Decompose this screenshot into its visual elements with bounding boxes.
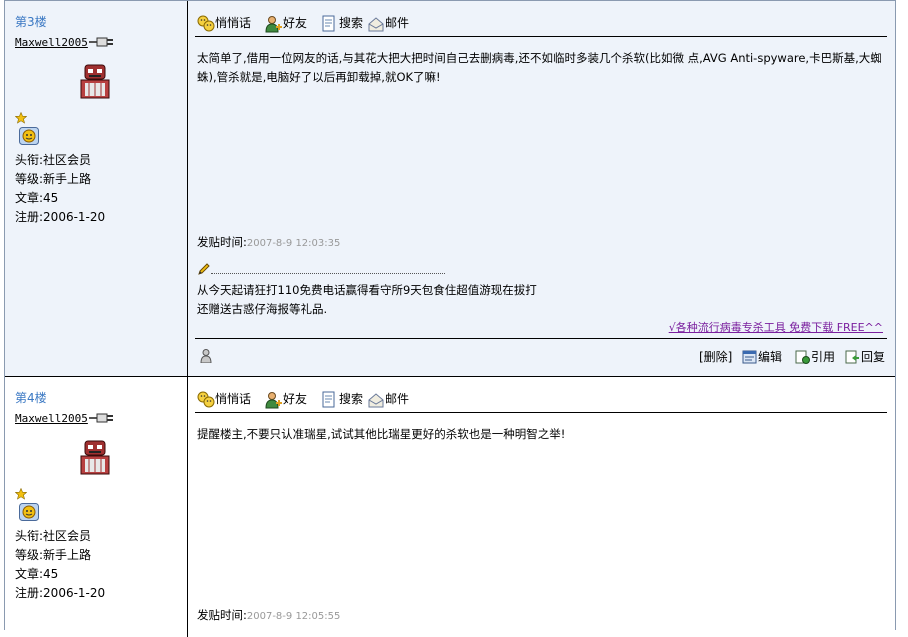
signature-divider xyxy=(211,273,445,274)
user-articles: 文章:45 xyxy=(15,567,59,581)
whisper-icon xyxy=(197,15,215,32)
search-icon xyxy=(322,15,335,32)
user-registered: 注册:2006-1-20 xyxy=(15,586,106,600)
post-time-label: 发贴时间: xyxy=(197,608,247,622)
medal-icon xyxy=(19,127,39,145)
post-content: 太简单了,借用一位网友的话,与其花大把大把时间自己去删病毒,还不如临时多装几个杀… xyxy=(197,51,882,84)
friend-icon xyxy=(265,392,282,409)
post-time-value: 2007-8-9 12:05:55 xyxy=(246,611,341,622)
friend-label: 好友 xyxy=(283,16,308,30)
post-time: 发贴时间:2007-8-9 12:05:55 xyxy=(197,607,340,623)
friend-label: 好友 xyxy=(283,392,308,406)
whisper-icon xyxy=(197,391,215,408)
post-time-label: 发贴时间: xyxy=(197,235,247,249)
post-main: 悄悄话 好友 搜索 xyxy=(195,1,887,376)
ad-link[interactable]: √各种流行病毒专杀工具 免费下载 FREE^^ xyxy=(669,319,883,335)
pencil-icon xyxy=(198,263,210,275)
post-content: 提醒楼主,不要只认准瑞星,试试其他比瑞星更好的杀软也是一种明智之举! xyxy=(197,427,566,441)
delete-label: [删除] xyxy=(699,350,733,364)
post-floor-3: 第3楼 Maxwell2005 头衔:社区会员 等级:新手上路 文章:45 注册… xyxy=(5,0,895,377)
username-link[interactable]: Maxwell2005 xyxy=(15,412,88,425)
edit-label: 编辑 xyxy=(758,350,783,364)
mail-label: 邮件 xyxy=(385,392,410,406)
plug-icon xyxy=(89,37,113,47)
signature: 从今天起请狂打110免费电话赢得看守所9天包食住超值游现在拔打 还赠送古惑仔海报… xyxy=(197,281,537,319)
floor-label: 第3楼 xyxy=(15,15,47,29)
search-icon xyxy=(322,391,335,408)
person-icon[interactable] xyxy=(200,349,212,363)
star-icon xyxy=(15,488,27,500)
user-panel: 第4楼 Maxwell2005 头衔:社区会员 等级:新手上路 文章:45 注册… xyxy=(5,377,188,637)
plug-icon xyxy=(89,413,113,423)
search-label: 搜索 xyxy=(339,16,364,30)
signature-line-2: 还赠送古惑仔海报等礼品. xyxy=(197,302,328,316)
whisper-label: 悄悄话 xyxy=(215,392,252,406)
mail-label: 邮件 xyxy=(385,16,410,30)
mail-icon xyxy=(368,17,384,32)
floor-label: 第4楼 xyxy=(15,391,47,405)
post-actions: [删除] 编辑 引用 回复 xyxy=(195,338,887,375)
user-level: 等级:新手上路 xyxy=(15,172,92,186)
username-link[interactable]: Maxwell2005 xyxy=(15,36,88,49)
user-title: 头衔:社区会员 xyxy=(15,529,92,543)
mail-icon xyxy=(368,393,384,408)
robot-avatar xyxy=(80,440,110,475)
post-time-value: 2007-8-9 12:03:35 xyxy=(246,238,341,249)
edit-icon xyxy=(742,350,757,364)
quote-icon xyxy=(795,350,810,364)
reply-icon xyxy=(845,350,859,364)
friend-icon xyxy=(265,16,282,33)
star-icon xyxy=(15,112,27,124)
robot-avatar xyxy=(80,64,110,99)
quote-label: 引用 xyxy=(811,350,836,364)
user-articles: 文章:45 xyxy=(15,191,59,205)
whisper-label: 悄悄话 xyxy=(215,16,252,30)
signature-line-1: 从今天起请狂打110免费电话赢得看守所9天包食住超值游现在拔打 xyxy=(197,283,537,297)
post-time: 发贴时间:2007-8-9 12:03:35 xyxy=(197,234,340,250)
post-list: 第3楼 Maxwell2005 头衔:社区会员 等级:新手上路 文章:45 注册… xyxy=(4,0,896,637)
post-floor-4: 第4楼 Maxwell2005 头衔:社区会员 等级:新手上路 文章:45 注册… xyxy=(5,377,895,637)
post-main: 悄悄话 好友 搜索 xyxy=(195,377,887,637)
user-registered: 注册:2006-1-20 xyxy=(15,210,106,224)
post-toolbar: 悄悄话 好友 搜索 邮件 xyxy=(195,12,887,37)
user-panel: 第3楼 Maxwell2005 头衔:社区会员 等级:新手上路 文章:45 注册… xyxy=(5,1,188,376)
user-level: 等级:新手上路 xyxy=(15,548,92,562)
user-title: 头衔:社区会员 xyxy=(15,153,92,167)
reply-label: 回复 xyxy=(861,350,886,364)
post-toolbar: 悄悄话 好友 搜索 邮件 xyxy=(195,388,887,413)
medal-icon xyxy=(19,503,39,521)
search-label: 搜索 xyxy=(339,392,364,406)
